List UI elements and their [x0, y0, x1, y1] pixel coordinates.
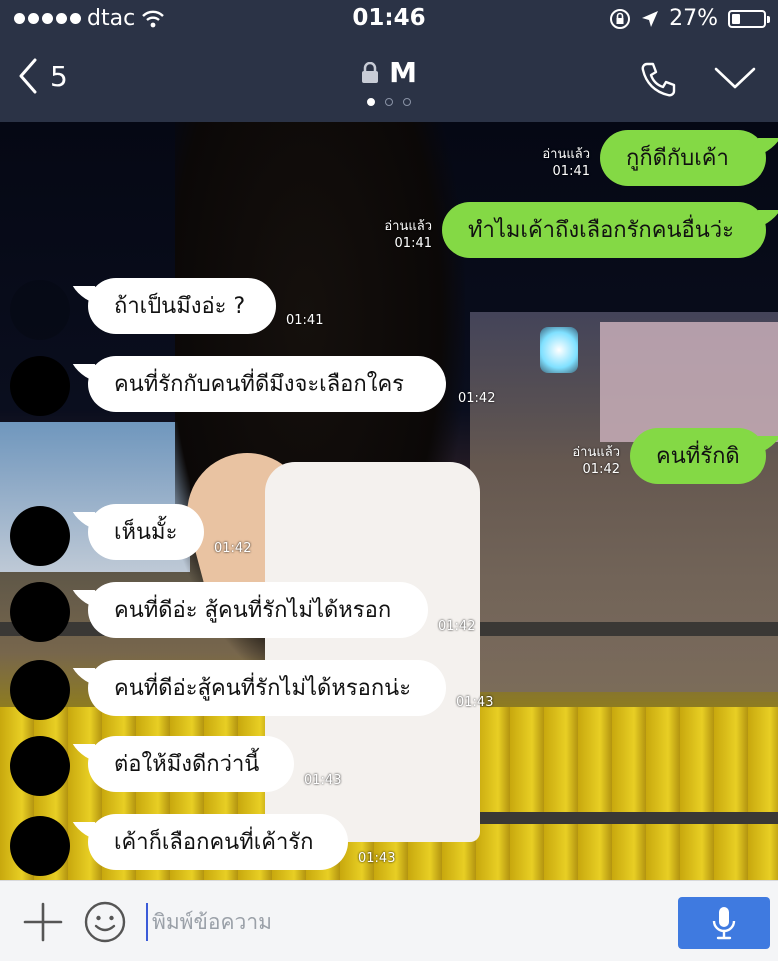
chevron-down-icon: [714, 67, 756, 89]
background-photo: [540, 327, 578, 373]
chat-area[interactable]: กูก็ดีกับเค้า อ่านแล้ว 01:41 ทำไมเค้าถึง…: [0, 122, 778, 880]
battery-percent: 27%: [669, 6, 718, 31]
message-meta: อ่านแล้ว 01:41: [510, 146, 590, 180]
call-button[interactable]: [638, 60, 678, 104]
voice-message-button[interactable]: [678, 897, 770, 949]
incoming-message[interactable]: คนที่ดีอ่ะสู้คนที่รักไม่ได้หรอกน่ะ: [88, 660, 446, 716]
message-time: 01:43: [456, 695, 494, 710]
status-right: 27%: [609, 6, 770, 31]
avatar[interactable]: [10, 736, 70, 796]
message-time: 01:41: [552, 164, 590, 179]
avatar[interactable]: [10, 506, 70, 566]
outgoing-message[interactable]: ทำไมเค้าถึงเลือกรักคนอื่นว่ะ: [442, 202, 766, 258]
message-meta: อ่านแล้ว 01:41: [352, 218, 432, 252]
background-photo: [480, 812, 778, 824]
read-receipt: อ่านแล้ว: [572, 445, 620, 460]
message-time: 01:42: [582, 462, 620, 477]
avatar[interactable]: [10, 816, 70, 876]
microphone-icon: [712, 907, 736, 940]
incoming-message[interactable]: คนที่รักกับคนที่ดีมึงจะเลือกใคร: [88, 356, 446, 412]
incoming-message[interactable]: เค้าก็เลือกคนที่เค้ารัก: [88, 814, 348, 870]
chat-header: 5 M: [0, 40, 778, 122]
outgoing-message[interactable]: กูก็ดีกับเค้า: [600, 130, 766, 186]
message-time: 01:42: [214, 541, 252, 556]
read-receipt: อ่านแล้ว: [542, 147, 590, 162]
avatar[interactable]: [10, 660, 70, 720]
incoming-message[interactable]: คนที่ดีอ่ะ สู้คนที่รักไม่ได้หรอก: [88, 582, 428, 638]
attach-button[interactable]: [22, 901, 64, 947]
avatar[interactable]: [10, 280, 70, 340]
rotation-lock-icon: [610, 8, 631, 29]
message-meta: อ่านแล้ว 01:42: [540, 444, 620, 478]
avatar[interactable]: [10, 582, 70, 642]
message-time: 01:42: [458, 391, 496, 406]
plus-icon: [23, 902, 63, 942]
message-time: 01:41: [286, 313, 324, 328]
outgoing-message[interactable]: คนที่รักดิ: [630, 428, 766, 484]
read-receipt: อ่านแล้ว: [384, 219, 432, 234]
emoji-button[interactable]: [84, 901, 126, 947]
location-arrow-icon: [642, 10, 659, 27]
menu-button[interactable]: [714, 66, 756, 94]
page-dot: [367, 98, 375, 106]
incoming-message[interactable]: เห็นมั้ะ: [88, 504, 204, 560]
page-dot: [385, 98, 393, 106]
battery-icon: [728, 9, 770, 28]
page-dot: [403, 98, 411, 106]
smiley-icon: [84, 901, 126, 943]
message-time: 01:41: [394, 236, 432, 251]
chat-name: M: [389, 56, 417, 89]
background-photo: [600, 322, 778, 442]
message-time: 01:43: [358, 851, 396, 866]
avatar[interactable]: [10, 356, 70, 416]
message-time: 01:42: [438, 619, 476, 634]
phone-icon: [641, 62, 676, 97]
incoming-message[interactable]: ถ้าเป็นมึงอ่ะ ?: [88, 278, 276, 334]
message-input[interactable]: [146, 903, 664, 941]
background-photo: [265, 462, 480, 842]
status-bar: dtac 01:46 27%: [0, 0, 778, 40]
lock-icon: [362, 61, 379, 83]
message-composer: [0, 880, 778, 961]
incoming-message[interactable]: ต่อให้มึงดีกว่านี้: [88, 736, 294, 792]
message-time: 01:43: [304, 773, 342, 788]
battery-level: [732, 13, 740, 24]
